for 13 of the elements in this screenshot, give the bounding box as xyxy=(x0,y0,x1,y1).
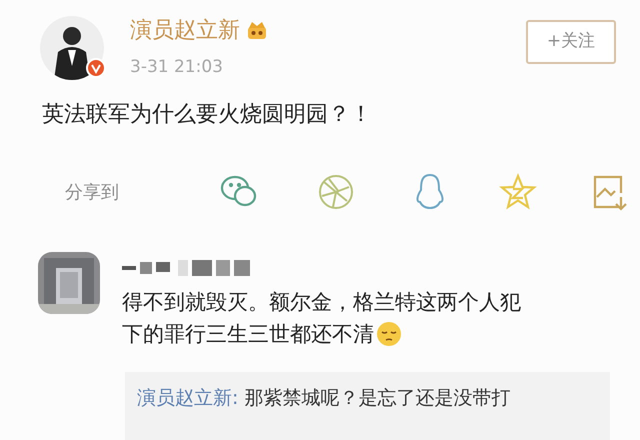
comment-text-line: 得不到就毁灭。额尔金，格兰特这两个人犯 xyxy=(122,289,521,316)
image-download-icon[interactable] xyxy=(591,173,629,211)
aperture-icon[interactable] xyxy=(317,173,355,211)
share-label: 分享到 xyxy=(65,180,120,204)
author-name[interactable]: 演员赵立新 xyxy=(130,16,240,46)
verified-badge-icon xyxy=(86,58,106,78)
post-time: 3-31 21:03 xyxy=(130,56,224,78)
comment-text-line: 下的罪行三生三世都还不清 xyxy=(122,321,374,348)
reply-text: 演员赵立新: 那紫禁城呢？是忘了还是没带打 xyxy=(137,386,512,411)
star-icon[interactable] xyxy=(499,173,537,211)
follow-button[interactable]: +关注 xyxy=(526,20,616,64)
sad-emoji-icon xyxy=(376,321,402,347)
post-text: 英法联军为什么要火烧圆明园？！ xyxy=(41,101,373,129)
